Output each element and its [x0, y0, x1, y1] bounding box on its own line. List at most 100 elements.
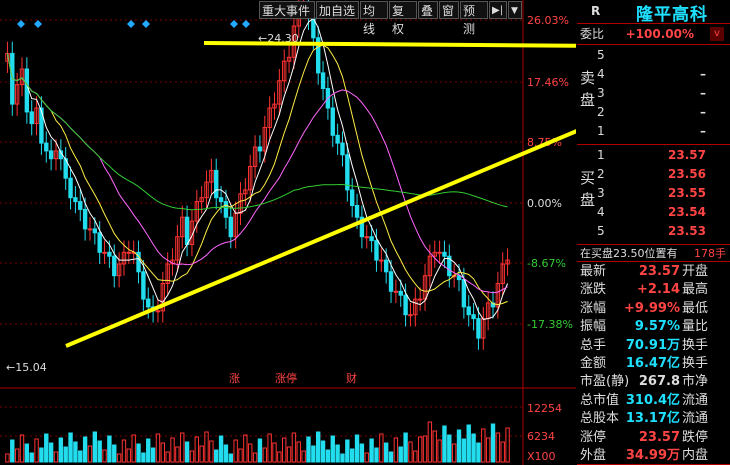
- volume-bar: [490, 423, 496, 463]
- weibi-row: 委比 +100.00% v: [577, 25, 730, 44]
- candle-body: [466, 306, 471, 316]
- level-price: 23.53: [668, 224, 706, 238]
- volume-bar: [39, 447, 44, 463]
- candle-body: [417, 298, 423, 301]
- volume-bar: [194, 436, 200, 463]
- candle-body: [383, 259, 389, 273]
- low-price-label: ←15.04: [6, 361, 47, 374]
- volume-bar: [272, 442, 277, 463]
- volume-bar: [364, 452, 369, 463]
- candle-body: [437, 251, 442, 254]
- volume-bar: [413, 450, 418, 463]
- volume-bar: [107, 435, 112, 463]
- level-price: 23.56: [668, 167, 706, 181]
- order-note-volume: 178手: [694, 247, 726, 260]
- candle-body: [44, 142, 49, 152]
- window-button[interactable]: 窗: [439, 1, 459, 19]
- stat-label: 涨停: [580, 429, 607, 445]
- volume-bar: [481, 428, 486, 463]
- chevron-down-icon[interactable]: v: [710, 27, 724, 41]
- candle-body: [349, 189, 355, 206]
- add-watchlist-button[interactable]: 加自选: [316, 1, 359, 19]
- stat-row: 振幅 9.57% 量比: [577, 317, 730, 336]
- event-marker-icon: [17, 20, 25, 28]
- volume-bar: [267, 433, 272, 463]
- stat-value: 267.8: [638, 374, 680, 390]
- expand-icon[interactable]: ▶|: [489, 1, 507, 19]
- stat-row: 总手 70.91万 换手: [577, 336, 730, 355]
- candle-body: [112, 255, 117, 277]
- volume-bar: [374, 447, 379, 463]
- level-price: –: [700, 67, 706, 81]
- volume-bar: [136, 443, 141, 463]
- candle-body: [73, 197, 78, 203]
- stats-table: 最新 23.57 开盘 涨跌 +2.14 最高 涨幅 +9.99% 最低 振幅 9.57% 量比 总手 7…: [577, 262, 730, 465]
- volume-bar: [296, 441, 301, 463]
- stat-next-label: 流通: [682, 411, 709, 427]
- volume-bar: [248, 443, 253, 463]
- stat-next-label: 开盘: [682, 264, 709, 279]
- chevron-down-icon[interactable]: ▼: [508, 1, 522, 19]
- buy-level-row: 1 23.57: [577, 146, 730, 165]
- candle-body: [393, 290, 399, 293]
- stat-label: 外盘: [580, 448, 607, 463]
- stat-next-label: 市净: [682, 374, 709, 390]
- volume-bar: [354, 434, 360, 463]
- volume-bar: [78, 450, 83, 463]
- volume-bar: [63, 446, 68, 463]
- volume-bar: [325, 449, 331, 463]
- stat-label: 总手: [580, 337, 607, 353]
- resistance-arrow: [203, 41, 576, 48]
- candle-body: [442, 251, 447, 257]
- stat-label: 最新: [580, 264, 607, 279]
- buy-level-row: 4 23.54: [577, 203, 730, 222]
- candle-body: [218, 197, 224, 203]
- event-marker-icon: [242, 20, 250, 28]
- stat-row: 外盘 34.99万 内盘: [577, 446, 730, 465]
- volume-bar: [180, 432, 185, 463]
- volume-bar: [228, 453, 233, 463]
- level-number: 1: [597, 148, 605, 162]
- candle-body: [48, 150, 54, 160]
- candle-body: [340, 142, 345, 156]
- buy-book: 买盘 1 23.57 2 23.56 3 23.55 4 23.54 5 23.53: [577, 145, 730, 245]
- volume-bar: [44, 433, 49, 463]
- kline-chart[interactable]: 26.03%17.46%8.75%0.00%-8.67%-17.38%12254…: [0, 0, 576, 465]
- candle-body: [369, 236, 374, 242]
- stat-next-label: 最低: [682, 300, 709, 316]
- candle-body: [354, 205, 360, 218]
- volume-bar: [243, 434, 248, 463]
- candle-body: [471, 314, 476, 320]
- volume-bar: [53, 451, 59, 463]
- level-price: 23.54: [668, 205, 706, 219]
- sell-level-row: 4–: [577, 65, 730, 84]
- level-number: 2: [597, 167, 605, 181]
- overlay-button[interactable]: 叠: [418, 1, 438, 19]
- stat-label: 总股本: [580, 411, 620, 427]
- volume-bar: [19, 434, 25, 463]
- moving-average-button[interactable]: 均线: [360, 1, 388, 36]
- stat-row: 总市值 310.4亿 流通: [577, 391, 730, 410]
- volume-bar: [476, 442, 481, 463]
- stat-value: 16.47亿: [625, 356, 680, 371]
- stat-next-label: 流通: [682, 392, 709, 408]
- volume-bar: [121, 439, 127, 463]
- event-tag: 财: [346, 371, 357, 385]
- level-number: 3: [597, 186, 605, 200]
- stat-next-label: 最高: [682, 282, 709, 298]
- volume-bar: [126, 448, 132, 463]
- level-price: –: [700, 124, 706, 138]
- rights-adjust-button[interactable]: 复权: [389, 1, 417, 36]
- volume-bar: [388, 451, 394, 463]
- major-events-button[interactable]: 重大事件: [259, 1, 315, 19]
- sell-book: 卖盘 5 4–3–2–1–: [577, 45, 730, 145]
- stat-value: 23.57: [638, 429, 680, 445]
- volume-bar: [379, 433, 384, 463]
- volume-bar: [199, 445, 204, 463]
- volume-bar: [383, 442, 389, 463]
- volume-bar: [155, 433, 161, 463]
- stat-label: 振幅: [580, 319, 607, 335]
- candle-body: [476, 318, 481, 339]
- forecast-button[interactable]: 预测: [460, 1, 488, 36]
- stat-value: +2.14: [637, 282, 680, 298]
